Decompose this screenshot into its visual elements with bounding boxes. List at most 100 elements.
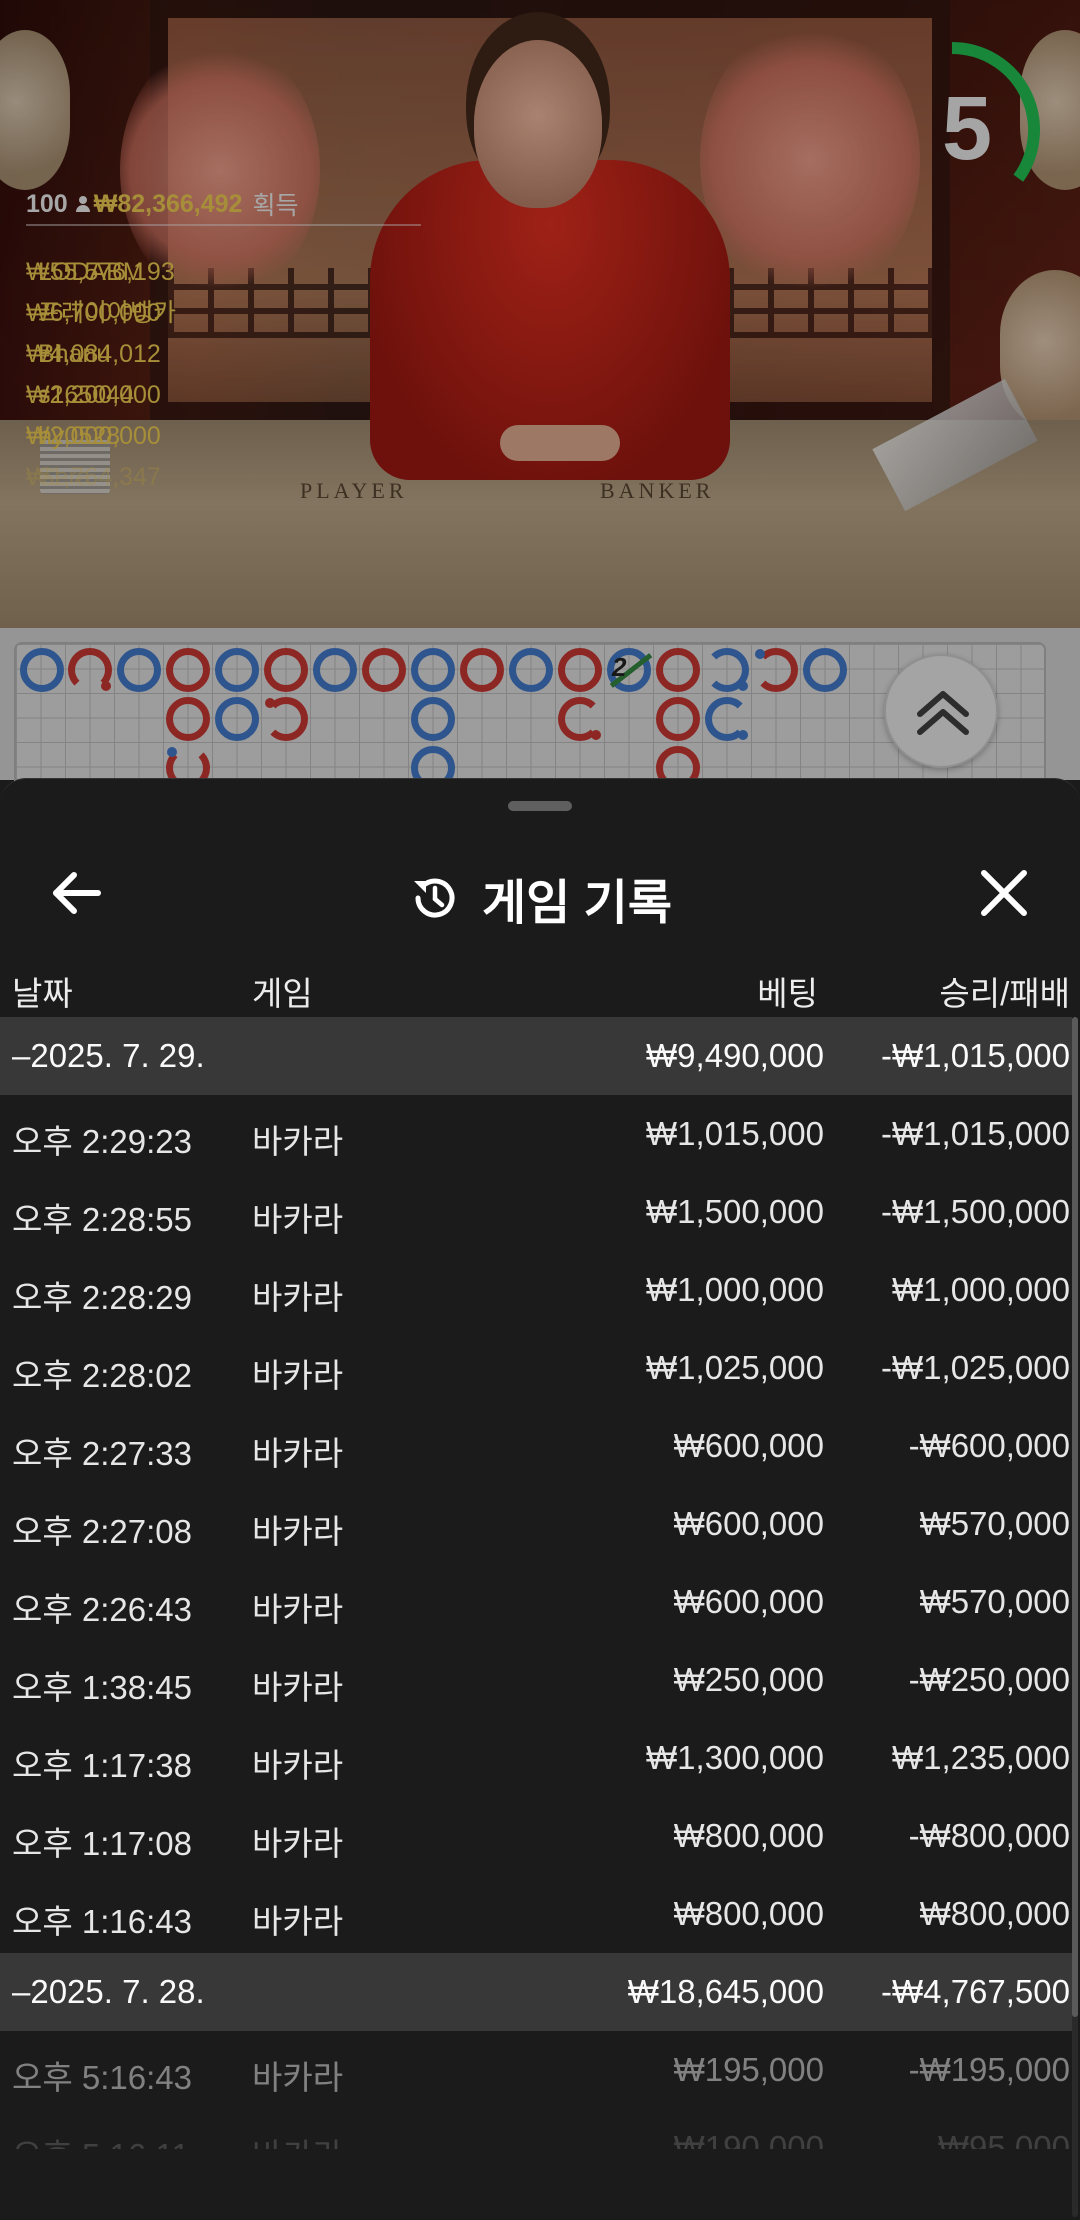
row-game: 바카라 bbox=[252, 2129, 343, 2149]
history-row[interactable]: 오후 2:28:55 바카라 ₩1,500,000 -₩1,500,000 bbox=[0, 1173, 1072, 1251]
history-row[interactable]: 오후 5:16:43 바카라 ₩195,000 -₩195,000 bbox=[0, 2031, 1072, 2109]
row-time: 오후 1:17:38 bbox=[12, 1747, 192, 1784]
road-banker-mark bbox=[705, 697, 749, 741]
winner-row: ₩2,000,000 hy0528 bbox=[26, 396, 421, 450]
row-result: -₩1,025,000 bbox=[881, 1349, 1070, 1386]
lantern-decoration bbox=[0, 30, 70, 190]
history-row[interactable]: 오후 1:16:43 바카라 ₩800,000 ₩800,000 bbox=[0, 1875, 1072, 1953]
row-result: ₩1,000,000 bbox=[892, 1271, 1070, 1308]
day-date: –2025. 7. 29. bbox=[12, 1037, 205, 1074]
scrollbar-thumb[interactable] bbox=[1072, 1017, 1078, 2017]
row-result: ₩95,000 bbox=[937, 2129, 1070, 2149]
road-banker-mark bbox=[803, 648, 847, 692]
row-bet: ₩600,000 bbox=[673, 1583, 824, 1620]
dealer-hands bbox=[500, 425, 620, 461]
row-bet: ₩800,000 bbox=[673, 1895, 824, 1932]
day-result-total: -₩1,015,000 bbox=[881, 1037, 1070, 1074]
winners-count: 100 bbox=[26, 189, 68, 218]
road-banker-mark bbox=[705, 648, 749, 692]
row-time: 오후 5:16:43 bbox=[12, 2059, 192, 2096]
history-row[interactable]: 오후 2:26:43 바카라 ₩600,000 ₩570,000 bbox=[0, 1563, 1072, 1641]
live-video-feed: PLAYER BANKER 100 ₩82,366,492 획득 ₩55,576… bbox=[0, 0, 1080, 628]
row-game: 바카라 bbox=[252, 2059, 344, 2096]
row-time: 오후 2:27:33 bbox=[12, 1435, 192, 1472]
game-history-sheet: 게임 기록 날짜 게임 베팅 승리/패배 –2025. 7. 29. ₩9,49… bbox=[0, 778, 1080, 2220]
row-time: 오후 2:27:08 bbox=[12, 1513, 192, 1550]
sheet-drag-handle[interactable] bbox=[508, 801, 572, 811]
sheet-title: 게임 기록 bbox=[482, 877, 672, 930]
day-summary-row[interactable]: –2025. 7. 28. ₩18,645,000 -₩4,767,500 bbox=[0, 1953, 1072, 2031]
row-result: ₩570,000 bbox=[919, 1505, 1070, 1542]
history-row[interactable]: 오후 2:27:33 바카라 ₩600,000 -₩600,000 bbox=[0, 1407, 1072, 1485]
road-banker-mark bbox=[215, 648, 259, 692]
day-bet-total: ₩18,645,000 bbox=[627, 1973, 824, 2010]
road-player-mark bbox=[460, 648, 504, 692]
banker-table-label: BANKER bbox=[600, 478, 715, 503]
row-bet: ₩800,000 bbox=[673, 1817, 824, 1854]
history-row[interactable]: 오후 1:17:08 바카라 ₩800,000 -₩800,000 bbox=[0, 1797, 1072, 1875]
row-bet: ₩250,000 bbox=[673, 1661, 824, 1698]
history-scrollbar[interactable] bbox=[1072, 1017, 1078, 2217]
row-game: 바카라 bbox=[252, 1357, 344, 1394]
day-result-total: -₩4,767,500 bbox=[881, 1973, 1070, 2010]
row-game: 바카라 bbox=[252, 1825, 344, 1862]
history-row[interactable]: 오후 1:17:38 바카라 ₩1,300,000 ₩1,235,000 bbox=[0, 1719, 1072, 1797]
winner-row: ₩2,200,000 s165044 bbox=[26, 355, 421, 409]
row-bet: ₩1,500,000 bbox=[646, 1193, 824, 1230]
road-banker-mark bbox=[215, 697, 259, 741]
row-time: 오후 1:38:45 bbox=[12, 1669, 192, 1706]
day-date: –2025. 7. 28. bbox=[12, 1973, 205, 2010]
road-banker-mark bbox=[411, 697, 455, 741]
row-bet: ₩1,300,000 bbox=[646, 1739, 824, 1776]
history-row[interactable]: 오후 2:28:02 바카라 ₩1,025,000 -₩1,025,000 bbox=[0, 1329, 1072, 1407]
timer-value: 5 bbox=[941, 79, 992, 179]
road-banker-mark bbox=[313, 648, 357, 692]
history-row[interactable]: 오후 2:27:08 바카라 ₩600,000 ₩570,000 bbox=[0, 1485, 1072, 1563]
road-banker-mark bbox=[117, 648, 161, 692]
row-result: -₩195,000 bbox=[908, 2051, 1070, 2088]
winners-gain-label: 획득 bbox=[252, 192, 299, 220]
road-player-mark bbox=[656, 697, 700, 741]
row-time: 오후 1:16:43 bbox=[12, 1903, 192, 1940]
dealer-head bbox=[474, 40, 602, 208]
row-game: 바카라 bbox=[252, 1513, 344, 1550]
winners-total: ₩82,366,492 bbox=[93, 189, 243, 218]
column-bet: 베팅 bbox=[757, 975, 818, 1012]
winner-name: Sera bbox=[38, 463, 91, 491]
blossom-decoration bbox=[700, 20, 920, 300]
row-bet: ₩600,000 bbox=[673, 1427, 824, 1464]
row-game: 바카라 bbox=[252, 1201, 344, 1238]
day-summary-row[interactable]: –2025. 7. 29. ₩9,490,000 -₩1,015,000 bbox=[0, 1017, 1072, 1095]
road-player-mark bbox=[68, 648, 112, 692]
row-game: 바카라 bbox=[252, 1903, 344, 1940]
row-game: 바카라 bbox=[252, 1747, 344, 1784]
person-icon bbox=[75, 196, 90, 212]
expand-roads-button[interactable] bbox=[884, 654, 998, 768]
column-game: 게임 bbox=[252, 975, 313, 1012]
history-table-header: 날짜 게임 베팅 승리/패배 bbox=[0, 959, 1080, 1019]
winner-row: ₩55,576,193 LODABM bbox=[26, 232, 421, 286]
winner-row: ₩6,700,000 프레이야뱅카 bbox=[26, 273, 421, 327]
row-bet: ₩195,000 bbox=[673, 2051, 824, 2088]
player-table-label: PLAYER bbox=[300, 478, 408, 503]
history-row[interactable]: 오후 2:29:23 바카라 ₩1,015,000 -₩1,015,000 bbox=[0, 1095, 1072, 1173]
history-row[interactable]: 오후 2:28:29 바카라 ₩1,000,000 ₩1,000,000 bbox=[0, 1251, 1072, 1329]
winners-summary: 100 ₩82,366,492 획득 bbox=[26, 186, 421, 222]
day-bet-total: ₩9,490,000 bbox=[646, 1037, 824, 1074]
row-bet: ₩600,000 bbox=[673, 1505, 824, 1542]
close-button[interactable] bbox=[968, 857, 1040, 929]
history-row[interactable]: 오후 1:38:45 바카라 ₩250,000 -₩250,000 bbox=[0, 1641, 1072, 1719]
road-banker-mark bbox=[509, 648, 553, 692]
row-time: 오후 2:26:43 bbox=[12, 1591, 192, 1628]
row-result: ₩1,235,000 bbox=[892, 1739, 1070, 1776]
winners-divider bbox=[26, 224, 421, 226]
road-player-mark bbox=[656, 648, 700, 692]
winner-row: ₩1,764,347 Sera bbox=[26, 437, 421, 491]
history-row[interactable]: 오후 5:16:11 바카라 ₩190,000 ₩95,000 bbox=[0, 2109, 1072, 2149]
row-game: 바카라 bbox=[252, 1591, 344, 1628]
row-result: ₩570,000 bbox=[919, 1583, 1070, 1620]
row-bet: ₩1,025,000 bbox=[646, 1349, 824, 1386]
row-time: 오후 2:29:23 bbox=[12, 1123, 192, 1160]
history-table-body: –2025. 7. 29. ₩9,490,000 -₩1,015,000 오후 … bbox=[0, 1017, 1072, 2149]
row-result: -₩1,015,000 bbox=[881, 1115, 1070, 1152]
